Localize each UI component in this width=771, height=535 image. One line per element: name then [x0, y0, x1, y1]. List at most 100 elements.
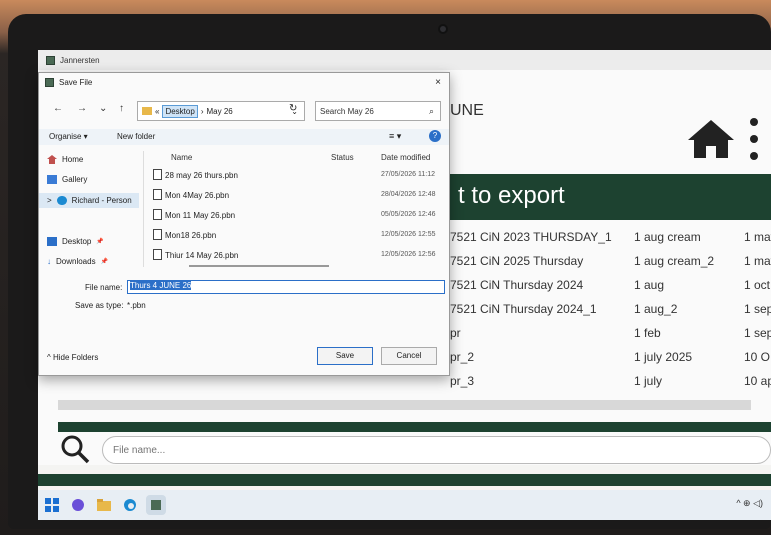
sidebar-item-label: Gallery: [62, 175, 88, 184]
row-name: 7521 CiN Thursday 2024: [450, 278, 584, 292]
back-button[interactable]: ←: [53, 103, 63, 114]
sidebar-item-label: Downloads: [56, 257, 96, 266]
file-icon: [153, 169, 162, 180]
system-tray[interactable]: ^ ⊕ ◁): [736, 498, 763, 509]
row-col3: 1 may: [744, 230, 771, 244]
copilot-icon[interactable]: [68, 495, 88, 515]
row-col3: 1 oct: [744, 278, 771, 292]
row-col2: 1 aug cream_2: [634, 254, 715, 268]
file-date: 27/05/2026 11:12: [381, 171, 435, 178]
file-row[interactable]: Thiur 14 May 26.pbn 12/05/2026 12:56: [147, 247, 443, 265]
row-name: 7521 CiN 2025 Thursday: [450, 254, 584, 268]
save-as-type-row: Save as type: *.pbn: [39, 299, 449, 313]
file-list: Name Status Date modified 28 may 26 thur…: [147, 147, 443, 271]
sidebar-item-label: Desktop: [62, 237, 92, 246]
file-row[interactable]: Mon 11 May 26.pbn 05/05/2026 12:46: [147, 207, 443, 225]
webcam: [438, 24, 448, 34]
app-title-bar: Jannersten: [38, 50, 771, 70]
search-icon[interactable]: [60, 434, 90, 464]
row-col2: 1 aug_2: [634, 302, 678, 316]
breadcrumb-desktop[interactable]: Desktop: [162, 104, 198, 118]
organise-button[interactable]: Organise ▾: [49, 132, 88, 141]
sidebar-item-downloads[interactable]: ↓ Downloads 📌: [47, 257, 108, 266]
column-header-name[interactable]: Name: [171, 153, 192, 162]
dialog-toolbar: Organise ▾ New folder ≡ ▾ ?: [39, 129, 449, 145]
page-header-fragment: UNE: [450, 102, 484, 119]
file-icon: [153, 209, 162, 220]
folder-icon: [142, 107, 152, 115]
home-icon: [47, 155, 57, 164]
home-icon[interactable]: [686, 118, 736, 160]
view-options-button[interactable]: ≡ ▾: [389, 131, 401, 142]
file-icon: [153, 189, 162, 200]
row-name: 7521 CiN Thursday 2024_1: [450, 302, 597, 316]
gallery-icon: [47, 175, 57, 184]
sidebar-item-desktop[interactable]: Desktop 📌: [47, 237, 104, 246]
file-name: 28 may 26 thurs.pbn: [165, 171, 238, 180]
file-row[interactable]: Mon18 26.pbn 12/05/2026 12:55: [147, 227, 443, 245]
row-col2: 1 july 2025: [634, 350, 693, 364]
close-button[interactable]: ×: [435, 77, 441, 88]
file-list-scrollbar[interactable]: [189, 265, 329, 267]
file-date: 12/05/2026 12:56: [381, 251, 436, 258]
dialog-app-icon: [45, 77, 54, 87]
sidebar-item-label: Home: [62, 155, 84, 164]
row-col2: 1 july: [634, 374, 663, 388]
file-date: 12/05/2026 12:55: [381, 231, 436, 238]
file-name-field[interactable]: Thurs 4 JUNE 26: [127, 280, 445, 294]
hide-folders-button[interactable]: ^ Hide Folders: [47, 353, 98, 362]
taskbar: ^ ⊕ ◁): [38, 490, 771, 520]
file-explorer-icon[interactable]: [94, 495, 114, 515]
sidebar-item-home[interactable]: Home: [47, 155, 83, 164]
pin-icon: 📌: [100, 259, 109, 265]
row-col3: 10 O: [744, 350, 771, 364]
up-button[interactable]: ↑: [119, 103, 124, 114]
save-button[interactable]: Save: [317, 347, 373, 365]
file-name: Mon 11 May 26.pbn: [165, 211, 236, 220]
row-name: 7521 CiN 2023 THURSDAY_1: [450, 230, 612, 244]
sidebar-item-label: Richard - Person: [71, 196, 132, 205]
column-header-status[interactable]: Status: [331, 153, 354, 162]
help-icon[interactable]: ?: [429, 130, 441, 142]
more-menu-icon[interactable]: [750, 118, 758, 168]
breadcrumb-overflow[interactable]: «: [155, 107, 159, 116]
save-as-type-select[interactable]: *.pbn: [127, 301, 146, 310]
row-name: pr_2: [450, 350, 475, 364]
start-icon[interactable]: [42, 495, 62, 515]
desktop-icon: [47, 237, 57, 246]
forward-button[interactable]: →: [77, 103, 87, 114]
breadcrumb-may-26[interactable]: May 26: [206, 107, 232, 116]
refresh-button[interactable]: ↻: [289, 103, 297, 114]
folder-search-input[interactable]: Search May 26 ⌕: [315, 101, 441, 121]
new-folder-button[interactable]: New folder: [117, 132, 155, 141]
pane-divider: [143, 151, 144, 267]
recent-locations-button[interactable]: ⌄: [99, 103, 107, 114]
sidebar-item-richard-personal[interactable]: > Richard - Person: [39, 193, 139, 208]
breadcrumb-separator[interactable]: ›: [201, 107, 204, 116]
file-row[interactable]: 28 may 26 thurs.pbn 27/05/2026 11:12: [147, 167, 443, 185]
app-title: Jannersten: [60, 55, 100, 65]
row-col2: 1 feb: [634, 326, 661, 340]
expand-arrow-icon[interactable]: >: [47, 196, 52, 205]
pin-icon: 📌: [96, 239, 104, 245]
cancel-button[interactable]: Cancel: [381, 347, 437, 365]
address-bar[interactable]: « Desktop › May 26 ⌄: [137, 101, 305, 121]
sidebar-item-gallery[interactable]: Gallery: [47, 175, 87, 184]
file-name-value: Thurs 4 JUNE 26: [130, 281, 192, 290]
row-name: pr: [450, 326, 461, 340]
navigation-bar: ← → ⌄ ↑ « Desktop › May 26 ⌄ ↻ Search Ma…: [39, 99, 449, 123]
dialog-title: Save File: [59, 77, 93, 87]
footer-bar: [38, 474, 771, 486]
file-row[interactable]: Mon 4May 26.pbn 28/04/2026 12:48: [147, 187, 443, 205]
jannersten-app-icon[interactable]: [146, 495, 166, 515]
file-name-search-input[interactable]: [102, 436, 771, 464]
row-col3: 1 may: [744, 254, 771, 268]
banner-title: t to export: [458, 182, 565, 209]
edge-icon[interactable]: [120, 495, 140, 515]
navigation-pane: Home Gallery > Richard - Person Desktop …: [39, 147, 139, 267]
column-header-date[interactable]: Date modified: [381, 153, 430, 162]
horizontal-scrollbar[interactable]: [58, 400, 751, 410]
onedrive-icon: [56, 196, 67, 205]
list-item[interactable]: pr_3 1 july 10 ap: [38, 374, 771, 394]
row-col3: 10 ap: [744, 374, 771, 388]
